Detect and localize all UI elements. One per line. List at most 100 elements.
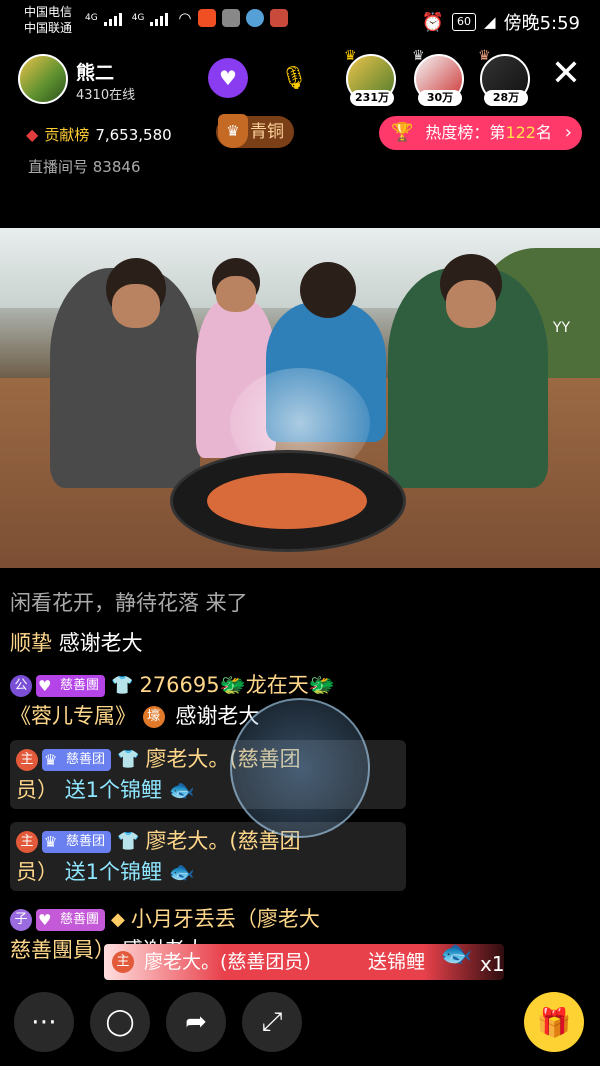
koi-icon: 🐟: [168, 778, 195, 802]
host-avatar[interactable]: [18, 54, 68, 104]
hot-suffix: 名: [535, 123, 552, 142]
chevron-right-icon: ›: [564, 122, 572, 143]
gift-button[interactable]: 🎁: [524, 992, 584, 1052]
clock: 傍晚5:59: [503, 13, 580, 34]
touch-indicator: [230, 698, 370, 838]
shirt-icon: 👕: [111, 675, 134, 696]
live-video[interactable]: YY: [0, 228, 600, 568]
heart-wings-icon: ♥: [219, 66, 237, 90]
rich-badge: 壕: [142, 706, 165, 728]
close-icon: ✕: [550, 53, 582, 94]
map-icon: [269, 9, 288, 27]
shirt-icon: 👕: [117, 831, 140, 852]
hot-rank-number: 122: [505, 123, 536, 142]
host-info[interactable]: 熊二 4310在线: [18, 54, 198, 104]
room-id: 直播间号 83846: [28, 158, 141, 176]
soup: [207, 473, 367, 529]
carrier-1: 中国电信: [24, 5, 73, 19]
koi-icon: 🐟: [168, 860, 195, 884]
koi-icon: 🐟: [440, 939, 473, 969]
contribution-value: 7,653,580: [95, 125, 172, 144]
trophy-icon: 🏆: [391, 122, 414, 143]
banner-text: 送锦鲤: [368, 951, 426, 973]
status-right: ⏰ 60 ◢ 傍晚5:59: [422, 9, 580, 35]
charity-tag: ♥ 慈善團: [36, 675, 106, 697]
level-badge: 主: [112, 951, 134, 973]
crown-icon: ♛: [344, 48, 357, 64]
level-badge: 主: [16, 749, 38, 771]
hot-ranking-button[interactable]: 🏆 热度榜：第122名 ›: [379, 116, 582, 150]
tag-label: 慈善團: [60, 912, 100, 927]
chat-user-suffix: 员）: [16, 860, 58, 884]
bronze-rank-badge[interactable]: ♛ 青铜: [216, 114, 294, 148]
follow-heart-button[interactable]: ♥: [208, 58, 248, 98]
close-button[interactable]: ✕: [546, 54, 586, 94]
live-header: 熊二 4310在线 ♥ 🎙 ♛ 231万 ♛ 30万 ♛ 28万 ✕: [0, 48, 600, 108]
tag-label: 慈善团: [66, 752, 106, 767]
banner-count: x1: [480, 952, 505, 976]
app-icon: [221, 9, 240, 27]
network-type-2: 4G: [131, 13, 145, 23]
fullscreen-button[interactable]: ⤢: [242, 992, 302, 1052]
charity-tag: ♛ 慈善团: [42, 831, 112, 853]
chat-user[interactable]: 小月牙丢丢（廖老大: [131, 907, 320, 931]
alarm-icon: ⏰: [421, 11, 445, 33]
chat-user[interactable]: 276695🐲龙在天🐲: [139, 673, 334, 697]
carrier-2: 中国联通: [24, 21, 73, 35]
top-viewer-1[interactable]: ♛ 231万: [344, 48, 396, 106]
yy-watermark: YY: [552, 320, 570, 336]
charity-tag: ♥ 慈善團: [36, 909, 106, 931]
hot-label: 热度榜：第: [425, 123, 506, 142]
chat-message: 顺挚 感谢老大: [10, 628, 143, 658]
share-button[interactable]: ➦: [166, 992, 226, 1052]
battery-indicator: 60: [452, 13, 477, 31]
signal-icon: [150, 10, 172, 26]
comment-button[interactable]: ◯: [90, 992, 150, 1052]
online-count: 4310在线: [76, 88, 136, 103]
app-icon: [245, 9, 264, 27]
chat-text: 闲看花开，静待花落 来了: [10, 591, 248, 615]
mic-users-icon: 🎙: [280, 65, 308, 91]
stats-row: ◆ 贡献榜 7,653,580 ♛ 青铜 🏆 热度榜：第122名 ›: [0, 114, 600, 156]
tag-label: 慈善团: [66, 834, 106, 849]
network-type-1: 4G: [85, 13, 98, 23]
expand-icon: ⤢: [261, 1006, 283, 1037]
child-figure: [388, 254, 548, 488]
tag-label: 慈善團: [60, 678, 100, 693]
gift-text: 送1个锦鲤: [64, 860, 163, 884]
crown-icon: ♛: [44, 751, 58, 769]
wifi-icon: ◠: [178, 9, 192, 27]
gem-icon: ◆: [111, 909, 125, 930]
video-app-icon: [197, 9, 216, 27]
chat-user[interactable]: 顺挚: [10, 631, 52, 655]
viewer-badge: 231万: [350, 90, 394, 106]
shield-icon: ♛: [218, 114, 248, 148]
status-icons: 4G 4G ◠: [85, 9, 288, 27]
mic-link-button[interactable]: 🎙: [272, 60, 316, 96]
gift-icon: 🎁: [536, 1005, 572, 1039]
wok: [170, 450, 406, 552]
level-badge: 主: [16, 831, 38, 853]
signal-strength-icon: ◢: [484, 13, 496, 31]
gift-text: 送1个锦鲤: [64, 778, 163, 802]
heart-icon: ♥: [38, 677, 52, 695]
crown-icon: ♛: [412, 48, 425, 64]
crown-icon: ♛: [44, 833, 58, 851]
more-button[interactable]: ⋯: [14, 992, 74, 1052]
chat-message: 主 ♛ 慈善团 👕 廖老大。(慈善团 员） 送1个锦鲤 🐟: [10, 822, 406, 891]
top-viewer-3[interactable]: ♛ 28万: [478, 48, 530, 106]
level-badge: 公: [10, 675, 32, 697]
crown-icon: ♛: [478, 48, 491, 64]
contribution-ranking[interactable]: ◆ 贡献榜 7,653,580: [26, 124, 172, 145]
contribution-label: 贡献榜: [44, 126, 90, 144]
viewer-badge: 28万: [484, 90, 528, 106]
chat-message: 闲看花开，静待花落 来了: [10, 588, 248, 618]
status-bar: 中国电信 中国联通 4G 4G ◠ ⏰ 60 ◢ 傍晚5:59: [0, 0, 600, 40]
chat-user-suffix: 《蓉儿专属》: [10, 704, 136, 728]
chat-text: 感谢老大: [58, 631, 143, 655]
share-icon: ➦: [185, 1007, 207, 1037]
viewer-badge: 30万: [418, 90, 462, 106]
gift-banner: 主 廖老大。(慈善团员） 送锦鲤 🐟 x1: [104, 939, 505, 980]
banner-user: 廖老大。(慈善团员）: [144, 951, 323, 973]
top-viewer-2[interactable]: ♛ 30万: [412, 48, 464, 106]
